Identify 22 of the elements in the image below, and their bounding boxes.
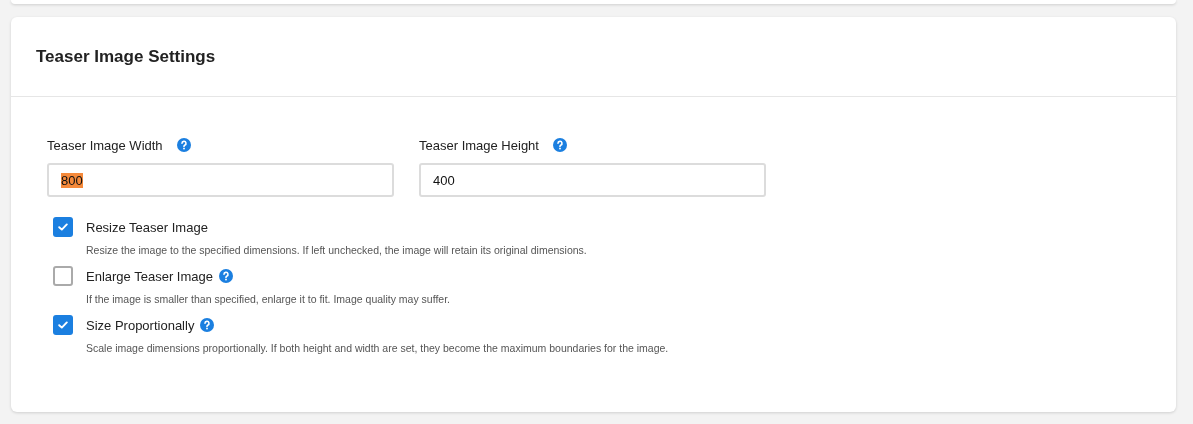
checkbox[interactable] xyxy=(53,266,73,286)
check-icon xyxy=(58,321,68,329)
input-field[interactable]: 800 xyxy=(47,163,394,197)
input-field[interactable]: 400 xyxy=(419,163,766,197)
option-description: If the image is smaller than specified, enlarge it to fit. Image quality may suffer. xyxy=(86,293,451,305)
check-icon xyxy=(58,223,68,231)
help-icon[interactable] xyxy=(218,269,233,283)
option-description: Scale image dimensions proportionally. If both height and width are set, they become the maximum boundaries for the image. xyxy=(86,342,670,354)
field-label: Teaser Image Height xyxy=(419,137,539,153)
help-icon[interactable] xyxy=(176,138,191,152)
checkbox[interactable] xyxy=(53,217,73,237)
help-icon[interactable] xyxy=(200,318,215,332)
option-description: Resize the image to the specified dimensions. If left unchecked, the image will retain its original dimensions. xyxy=(86,244,588,256)
checkbox-label: Resize Teaser Image xyxy=(86,219,208,235)
field-value: 800 xyxy=(61,172,83,188)
card-title: Teaser Image Settings xyxy=(36,46,216,67)
checkbox-label: Size Proportionally xyxy=(86,317,195,333)
checkbox[interactable] xyxy=(53,315,73,335)
field-value: 400 xyxy=(433,172,455,188)
help-icon[interactable] xyxy=(552,138,567,152)
field-label: Teaser Image Width xyxy=(47,137,163,153)
checkbox-label: Enlarge Teaser Image xyxy=(86,268,213,284)
